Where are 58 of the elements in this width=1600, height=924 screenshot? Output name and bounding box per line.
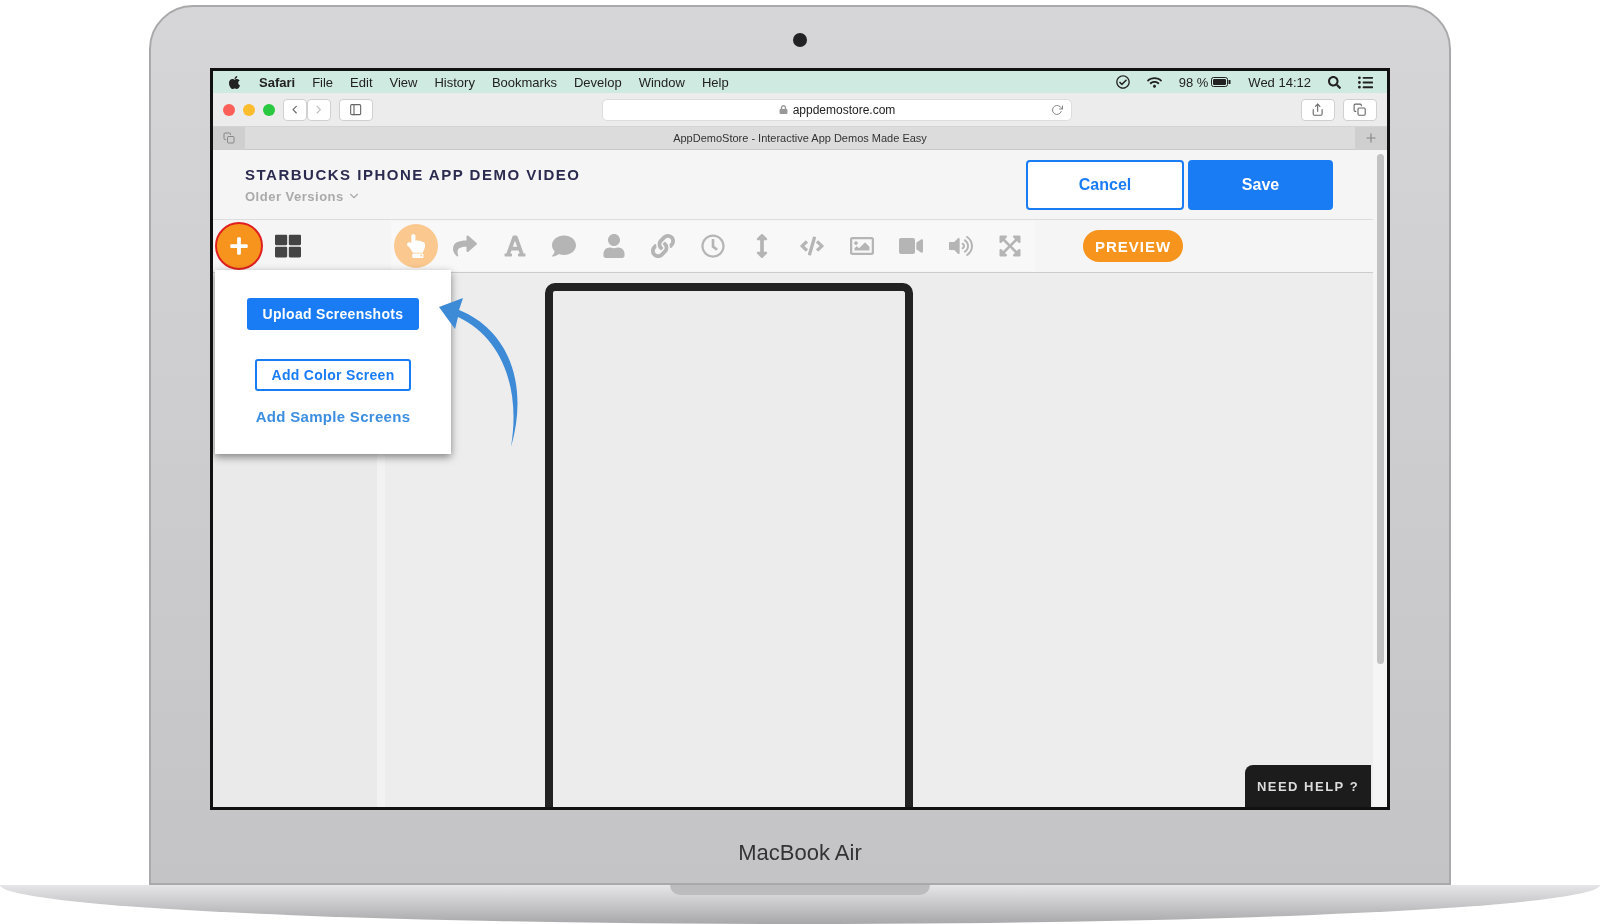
new-tab-button[interactable] (1355, 126, 1387, 150)
back-button[interactable] (283, 98, 307, 121)
tabs-button[interactable] (1343, 98, 1377, 121)
letter-icon (502, 234, 527, 258)
add-screen-button[interactable]: Add Color Screen (255, 359, 411, 391)
link-icon (651, 234, 676, 258)
menu-item[interactable]: File (312, 74, 334, 90)
search-icon[interactable] (1328, 75, 1341, 89)
apple-icon[interactable] (227, 74, 242, 90)
lock-icon (778, 105, 788, 114)
add-button[interactable] (215, 222, 263, 270)
list-icon[interactable] (1358, 74, 1373, 90)
sidebar-button[interactable] (339, 98, 373, 121)
curved-arrow-icon (453, 234, 478, 258)
menu-item[interactable]: Edit (350, 74, 373, 90)
scrollbar[interactable] (1376, 154, 1384, 664)
menu-item[interactable]: Develop (573, 74, 622, 90)
address-bar[interactable]: appdemostore.com (602, 98, 1072, 121)
forward-button[interactable] (307, 98, 331, 121)
device-label: MacBook Air (738, 840, 862, 866)
clock-icon (700, 234, 725, 258)
share-icon (1311, 102, 1325, 117)
zoom-button[interactable] (263, 103, 275, 116)
speaker-icon (948, 234, 973, 258)
person-icon (601, 234, 626, 258)
plus-icon (1364, 131, 1378, 145)
upload-button[interactable]: Upload Screenshots (246, 298, 420, 330)
clock: Wed 14:12 (1248, 74, 1311, 90)
plus-icon (229, 236, 249, 256)
tab-title[interactable]: AppDemoStore - Interactive App Demos Made Easy (245, 132, 1355, 144)
app-menu[interactable]: Safari (259, 74, 296, 90)
code-icon (800, 234, 824, 258)
speech-bubble-icon (552, 234, 577, 258)
overlapping-squares-icon (223, 132, 235, 144)
pinned-tab[interactable] (213, 126, 245, 150)
battery-icon[interactable] (1211, 77, 1232, 87)
menu-item[interactable]: Bookmarks (491, 74, 557, 90)
need-help-button[interactable]: NEED HELP ? (1245, 765, 1371, 807)
wifi-icon[interactable] (1146, 74, 1162, 90)
close-button[interactable] (223, 103, 235, 116)
menu-item[interactable]: History (434, 74, 475, 90)
image-icon (849, 234, 874, 258)
camera-dot (793, 33, 807, 47)
menu-item[interactable]: View (389, 74, 418, 90)
save-button[interactable]: Save (1188, 159, 1333, 210)
grid-icon (275, 233, 301, 259)
move-arrows-icon (998, 234, 1023, 258)
overlapping-squares-icon (1353, 102, 1367, 117)
project-title: STARBUCKS IPHONE APP DEMO VIDEO (245, 165, 582, 183)
menu-item[interactable]: Window (638, 74, 685, 90)
battery-percent: 98 % (1178, 74, 1209, 90)
hand-pointer-tool[interactable] (393, 224, 438, 268)
sidebar-icon (349, 102, 363, 117)
reload-icon[interactable] (1051, 103, 1063, 116)
share-button[interactable] (1301, 98, 1335, 121)
minimize-button[interactable] (243, 103, 255, 116)
menu-item[interactable]: Help (701, 74, 729, 90)
cancel-button[interactable]: Cancel (1026, 159, 1184, 210)
